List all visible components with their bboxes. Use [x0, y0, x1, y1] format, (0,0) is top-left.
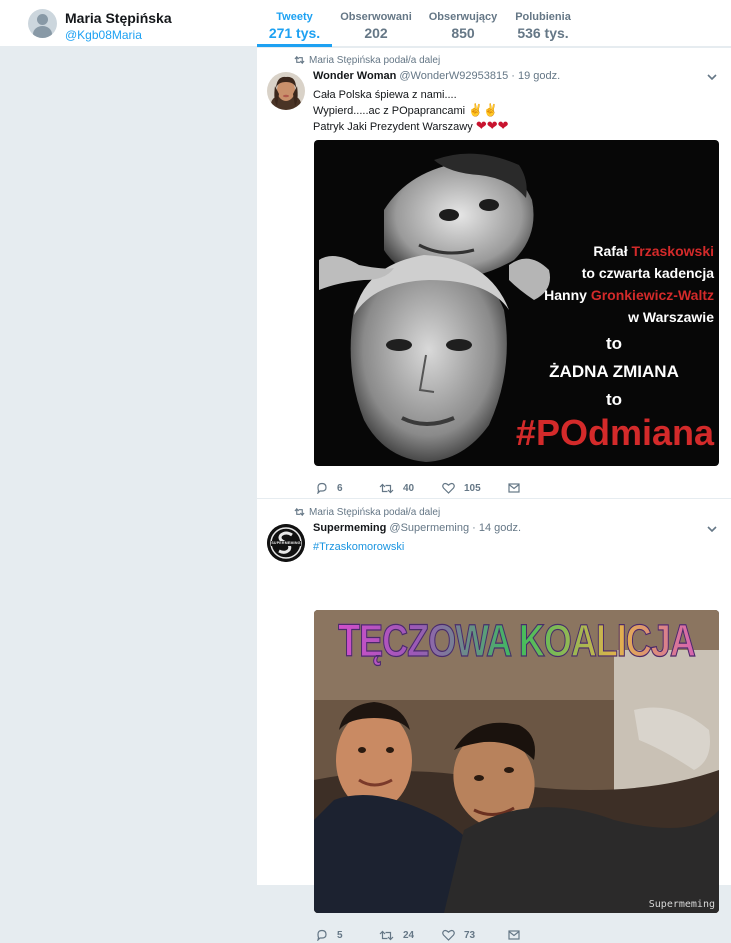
poster-text-block: to ŻADNA ZMIANA to [509, 330, 719, 414]
retweet-icon [379, 930, 394, 940]
tab-likes-count: 536 tys. [517, 25, 569, 41]
poster-text-line: w Warszawie [628, 309, 714, 325]
tweet-text-line: Cała Polska śpiewa z nami.... [313, 89, 457, 101]
avatar[interactable]: SUPERMEMING [267, 524, 305, 562]
tweet-item[interactable]: Maria Stępińska podał/a dalej Wonder Wom… [257, 48, 731, 499]
retweet-count: 40 [403, 482, 415, 494]
tweet-handle-time[interactable]: @Supermeming · 14 godz. [389, 522, 521, 534]
hand-emoji-icon: ✌✌ [468, 103, 499, 117]
tab-tweets[interactable]: Tweety 271 tys. [257, 0, 332, 47]
tweet-actions: 6 40 105 [314, 480, 714, 496]
tweet-item[interactable]: Maria Stępińska podał/a dalej SUPERMEMIN… [257, 500, 731, 941]
direct-message-button[interactable] [508, 927, 529, 943]
watermark-text: Supermeming [648, 899, 715, 910]
poster-text-block: Rafał Trzaskowski to czwarta kadencja Ha… [504, 240, 714, 328]
retweet-button[interactable]: 24 [379, 927, 414, 943]
direct-message-button[interactable] [508, 480, 529, 496]
tweet-author[interactable]: Wonder Woman [313, 70, 396, 82]
poster-text-line: to [605, 390, 623, 409]
envelope-icon [508, 483, 520, 493]
poster-text-highlight: Trzaskowski [631, 243, 715, 259]
poster-text-line: to [605, 334, 623, 353]
poster-text-line: ŻADNA ZMIANA [549, 362, 679, 381]
wonder-woman-avatar-image [267, 72, 305, 110]
tweet-hashtag[interactable]: #Trzaskomorowski [313, 540, 404, 556]
tweet-header: Wonder Woman @WonderW92953815 · 19 godz. [313, 70, 560, 82]
tab-followers-count: 850 [451, 25, 475, 41]
profile-handle[interactable]: @Kgb08Maria [65, 28, 142, 42]
poster-text-segment: Rafał [593, 243, 632, 259]
tweet-author[interactable]: Supermeming [313, 522, 386, 534]
avatar[interactable] [28, 9, 57, 38]
reply-count: 5 [337, 929, 343, 941]
retweet-label[interactable]: Maria Stępińska podał/a dalej [309, 507, 440, 518]
like-button[interactable]: 73 [442, 927, 475, 943]
profile-header-bar: Maria Stępińska @Kgb08Maria Tweety 271 t… [0, 0, 731, 47]
like-button[interactable]: 105 [442, 480, 481, 496]
heart-icon [442, 929, 455, 941]
poster-text-segment: Hanny [544, 287, 591, 303]
tweet-actions: 5 24 73 [314, 927, 714, 943]
profile-name[interactable]: Maria Stępińska [65, 10, 172, 26]
retweet-indicator-icon [294, 55, 305, 65]
chevron-down-icon[interactable] [707, 74, 717, 80]
retweet-label[interactable]: Maria Stępińska podał/a dalej [309, 55, 440, 66]
reply-count: 6 [337, 482, 343, 494]
meme-banner-text: TĘCZOWA KOALICJA [314, 614, 719, 668]
tab-following-label: Obserwowani [340, 11, 412, 23]
tweet-media-image[interactable]: Rafał Trzaskowski to czwarta kadencja Ha… [314, 140, 719, 466]
tab-tweets-count: 271 tys. [268, 25, 321, 41]
reply-icon [317, 929, 327, 941]
tweet-text-segment: Wypierd.....ac z POpaprancami [313, 105, 466, 117]
avatar-text: SUPERMEMING [271, 541, 301, 545]
tab-likes-label: Polubienia [515, 11, 571, 23]
tweet-header: Supermeming @Supermeming · 14 godz. [313, 522, 521, 534]
retweet-button[interactable]: 40 [379, 480, 414, 496]
tab-followers[interactable]: Obserwujący 850 [428, 0, 498, 47]
tweet-handle-time[interactable]: @WonderW92953815 · 19 godz. [399, 70, 560, 82]
poster-text-line: Rafał Trzaskowski [504, 240, 714, 262]
like-count: 73 [464, 929, 476, 941]
default-avatar-head [37, 14, 48, 25]
reply-button[interactable]: 5 [316, 927, 343, 943]
timeline: Maria Stępińska podał/a dalej Wonder Wom… [257, 48, 731, 941]
tab-following[interactable]: Obserwowani 202 [340, 0, 412, 47]
retweet-count: 24 [403, 929, 415, 941]
reply-icon [317, 482, 327, 494]
heart-icon [442, 482, 455, 494]
avatar[interactable] [267, 72, 305, 110]
tweet-text-segment: Patryk Jaki Prezydent Warszawy [313, 121, 473, 133]
poster-hashtag: #POdmiana [515, 412, 714, 453]
poster-text-line: Hanny Gronkiewicz-Waltz [504, 284, 714, 306]
poster-text-line: to czwarta kadencja [581, 265, 714, 281]
tweet-media-image[interactable]: TĘCZOWA KOALICJA Supermeming [314, 610, 719, 913]
poster-text-highlight: Gronkiewicz-Waltz [590, 287, 714, 303]
reply-button[interactable]: 6 [316, 480, 343, 496]
envelope-icon [508, 930, 520, 940]
retweet-icon [379, 483, 394, 493]
tab-followers-label: Obserwujący [428, 11, 498, 23]
like-count: 105 [464, 482, 481, 494]
tweet-text-line: Patryk Jaki Prezydent Warszawy ❤❤❤ [313, 118, 509, 136]
tab-tweets-label: Tweety [276, 11, 313, 23]
tab-following-count: 202 [364, 25, 388, 41]
tab-likes[interactable]: Polubienia 536 tys. [510, 0, 576, 47]
heart-emoji-icon: ❤❤❤ [475, 118, 509, 133]
retweet-indicator-icon [294, 507, 305, 517]
chevron-down-icon[interactable] [707, 526, 717, 532]
default-avatar-body [33, 26, 52, 38]
